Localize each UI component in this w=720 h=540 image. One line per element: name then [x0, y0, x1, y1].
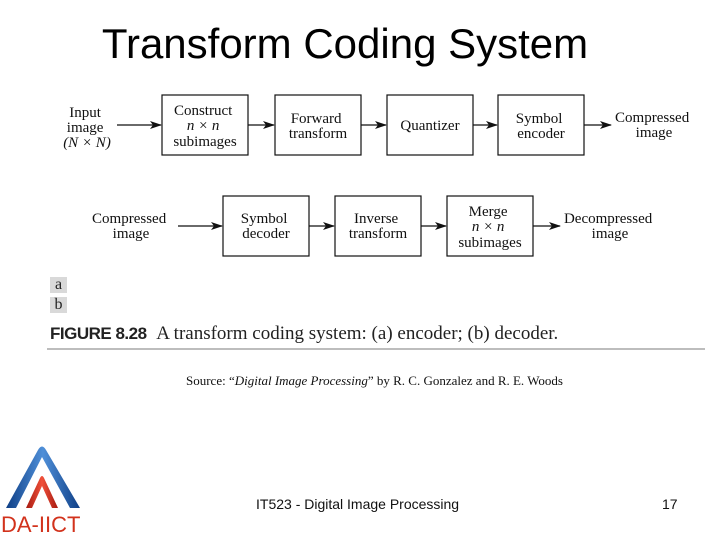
logo-text: DA-IICT [1, 512, 81, 537]
source-prefix: Source: “ [186, 373, 235, 388]
figure-number: FIGURE 8.28 [50, 324, 147, 343]
encoder-output-label: Compressed image [615, 110, 693, 141]
source-authors: ” by R. C. Gonzalez and R. E. Woods [367, 373, 563, 388]
source-citation: Source: “Digital Image Processing” by R.… [186, 373, 563, 389]
decoder-input-label: Compressed image [92, 211, 170, 242]
symbol-decoder-label: Symbol decoder [241, 211, 291, 242]
transform-coding-diagram: Input image (N × N) Construct n × n subi… [63, 94, 693, 257]
decoder-row: Compressed image Symbol decoder Inverse … [92, 195, 656, 257]
caption-divider [47, 348, 705, 350]
page-number: 17 [662, 496, 678, 512]
encoder-input-label: Input image (N × N) [63, 105, 111, 151]
forward-transform-label: Forward transform [289, 111, 348, 142]
decoder-output-label: Decompressed image [564, 211, 656, 242]
panel-label-a: a [50, 277, 67, 293]
inverse-transform-label: Inverse transform [349, 211, 408, 242]
figure-caption: FIGURE 8.28 A transform coding system: (… [50, 323, 558, 345]
panel-label-b: b [50, 297, 67, 313]
symbol-encoder-label: Symbol encoder [516, 111, 566, 142]
source-book-title: Digital Image Processing [234, 373, 368, 388]
footer-course: IT523 - Digital Image Processing [256, 496, 460, 512]
encoder-row: Input image (N × N) Construct n × n subi… [63, 94, 693, 156]
figure-caption-text: A transform coding system: (a) encoder; … [156, 323, 559, 344]
quantizer-label: Quantizer [400, 118, 459, 134]
